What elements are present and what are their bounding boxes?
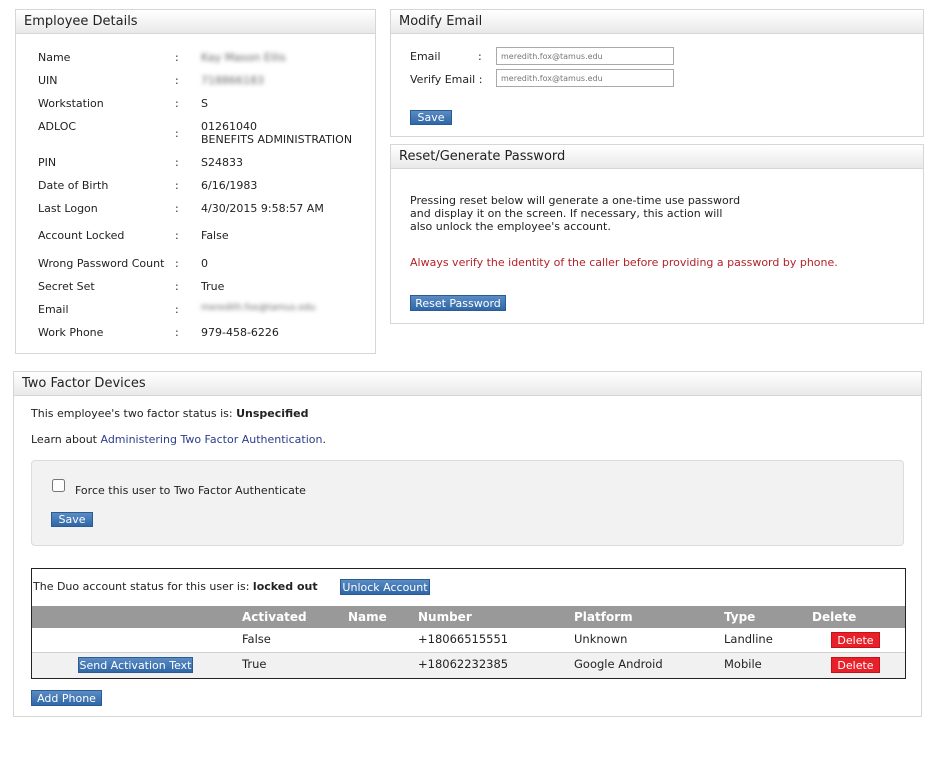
colon: : [175,97,179,110]
label-name: Name [38,51,71,64]
col-name: Name [348,610,387,624]
reset-warning: Always verify the identity of the caller… [410,256,838,269]
value-account-locked: False [201,229,229,242]
colon: : [175,280,179,293]
col-delete: Delete [812,610,857,624]
modify-email-title: Modify Email [391,10,923,34]
administering-2fa-link[interactable]: Administering Two Factor Authentication [100,433,322,446]
value-dob: 6/16/1983 [201,179,258,192]
value-last-logon: 4/30/2015 9:58:57 AM [201,202,324,215]
colon: : [175,303,179,316]
cell-platform: Google Android [574,657,663,671]
col-platform: Platform [574,610,633,624]
force-2fa-checkbox[interactable] [52,479,65,492]
learn-about-line: Learn about Administering Two Factor Aut… [31,433,326,446]
verify-email-field[interactable] [496,69,674,87]
reset-password-button[interactable]: Reset Password [410,295,506,311]
cell-activated: True [242,657,267,671]
cell-number: +18066515551 [418,632,509,646]
delete-device-button[interactable]: Delete [831,632,880,648]
value-workstation: S [201,97,208,110]
colon: : [175,156,179,169]
value-name: Kay Mason Ellis [201,51,286,64]
label-uin: UIN [38,74,58,87]
duo-status: The Duo account status for this user is:… [33,580,318,593]
label-wrong-password-count: Wrong Password Count [38,257,165,270]
reset-description-line-1: Pressing reset below will generate a one… [410,194,741,207]
colon: : [175,326,179,339]
label-workstation: Workstation [38,97,104,110]
force-2fa-box [31,460,904,546]
colon: : [175,202,179,215]
save-email-button[interactable]: Save [410,110,452,125]
email-field[interactable] [496,47,674,65]
two-factor-status-prefix: This employee's two factor status is: [31,407,233,420]
learn-about-suffix: . [322,433,326,446]
colon: : [175,257,179,270]
label-secret-set: Secret Set [38,280,95,293]
label-email: Email [38,303,69,316]
col-number: Number [418,610,472,624]
value-work-phone: 979-458-6226 [201,326,279,339]
colon: : [175,229,179,242]
col-type: Type [724,610,756,624]
colon: : [478,50,482,63]
colon: : [175,51,179,64]
colon: : [175,74,179,87]
unlock-account-button[interactable]: Unlock Account [340,579,430,595]
reset-password-title: Reset/Generate Password [391,145,923,169]
cell-type: Mobile [724,657,762,671]
devices-table-header: Activated Name Number Platform Type Dele… [32,606,905,628]
learn-about-prefix: Learn about [31,433,97,446]
label-dob: Date of Birth [38,179,109,192]
label-pin: PIN [38,156,57,169]
label-work-phone: Work Phone [38,326,104,339]
reset-description-line-2: and display it on the screen. If necessa… [410,207,723,220]
two-factor-status-value: Unspecified [236,407,309,420]
value-secret-set: True [201,280,225,293]
label-account-locked: Account Locked [38,229,125,242]
send-activation-text-button[interactable]: Send Activation Text [78,657,193,673]
duo-status-prefix: The Duo account status for this user is: [33,580,250,593]
two-factor-title: Two Factor Devices [14,372,921,396]
cell-type: Landline [724,632,773,646]
value-adloc-name: BENEFITS ADMINISTRATION [201,133,353,146]
colon: : [175,127,179,140]
save-2fa-button[interactable]: Save [51,512,93,527]
value-wrong-password-count: 0 [201,257,208,270]
label-last-logon: Last Logon [38,202,98,215]
value-adloc: 01261040 [201,120,257,133]
two-factor-status: This employee's two factor status is: Un… [31,407,309,420]
email-label: Email [410,50,441,63]
employee-details-title: Employee Details [16,10,375,34]
cell-activated: False [242,632,271,646]
duo-status-value: locked out [252,580,318,593]
value-pin: S24833 [201,156,243,169]
label-adloc: ADLOC [38,120,77,133]
value-uin: 718866183 [201,74,264,87]
colon: : [175,179,179,192]
table-row: False +18066515551 Unknown Landline [32,628,905,653]
reset-description-line-3: also unlock the employee's account. [410,220,611,233]
verify-email-label: Verify Email : [410,73,483,86]
add-phone-button[interactable]: Add Phone [31,690,102,706]
col-activated: Activated [242,610,307,624]
delete-device-button[interactable]: Delete [831,657,880,673]
cell-platform: Unknown [574,632,628,646]
force-2fa-label: Force this user to Two Factor Authentica… [75,484,306,497]
cell-number: +18062232385 [418,657,509,671]
value-email: meredith.fox@tamus.edu [201,303,316,313]
